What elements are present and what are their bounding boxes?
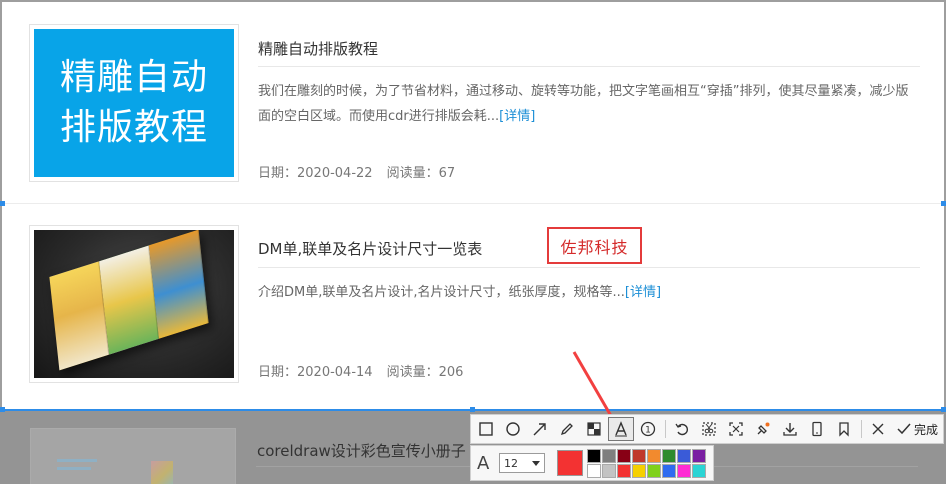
cut-tool-icon[interactable] <box>696 417 722 441</box>
color-swatch[interactable] <box>692 448 706 463</box>
article-thumbnail[interactable]: 精雕自动 排版教程 <box>29 24 239 182</box>
capture-toolbar: 1 完成 <box>470 414 944 444</box>
article-title[interactable]: 精雕自动排版教程 <box>258 38 378 59</box>
details-link[interactable]: [详情] <box>499 109 535 124</box>
color-swatch[interactable] <box>647 463 661 478</box>
article-thumbnail <box>30 428 236 484</box>
color-swatch[interactable] <box>662 448 676 463</box>
arrow-tool-icon[interactable] <box>527 417 553 441</box>
article-item[interactable]: 介绍DM单,联单及名片设计,名片设计尺寸，纸张厚度，规格等...[详情] 日期：… <box>2 205 944 410</box>
phone-icon[interactable] <box>804 417 830 441</box>
resize-handle[interactable] <box>0 407 5 412</box>
mosaic-tool-icon[interactable] <box>581 417 607 441</box>
brochure-photo <box>34 230 234 378</box>
color-swatch[interactable] <box>587 448 601 463</box>
rectangle-tool-icon[interactable] <box>473 417 499 441</box>
article-title[interactable]: DM单,联单及名片设计尺寸一览表 <box>258 238 482 259</box>
color-swatch[interactable] <box>677 448 691 463</box>
brochure-image <box>49 230 209 371</box>
color-swatch[interactable] <box>602 448 616 463</box>
description-text: 介绍DM单,联单及名片设计,名片设计尺寸，纸张厚度，规格等... <box>258 285 625 300</box>
color-swatch[interactable] <box>647 448 661 463</box>
bookmark-icon[interactable] <box>831 417 857 441</box>
article-meta: 日期：2020-04-14 阅读量：206 <box>258 361 463 380</box>
divider <box>258 267 920 268</box>
article-thumbnail[interactable] <box>29 225 239 383</box>
current-color-swatch[interactable] <box>557 450 583 476</box>
article-description: 我们在雕刻的时候，为了节省材料，通过移动、旋转等功能，把文字笔画相互“穿插”排列… <box>258 79 918 129</box>
thumbnail-text-line: 排版教程 <box>59 107 208 148</box>
font-icon: A <box>477 452 490 474</box>
article-description: 介绍DM单,联单及名片设计,名片设计尺寸，纸张厚度，规格等...[详情] <box>258 280 918 305</box>
color-swatch[interactable] <box>632 463 646 478</box>
thumbnail-text-line: 精雕自动 <box>59 57 208 98</box>
resize-handle[interactable] <box>0 201 5 206</box>
color-swatch[interactable] <box>632 448 646 463</box>
font-size-select[interactable]: 12 <box>499 453 545 473</box>
toolbar-divider <box>861 420 862 438</box>
color-swatch[interactable] <box>617 463 631 478</box>
color-swatch[interactable] <box>587 463 601 478</box>
color-swatch[interactable] <box>677 463 691 478</box>
color-swatch[interactable] <box>662 463 676 478</box>
fullscreen-tool-icon[interactable] <box>723 417 749 441</box>
resize-handle[interactable] <box>470 407 475 412</box>
done-button[interactable]: 完成 <box>896 421 938 438</box>
check-icon <box>897 423 911 435</box>
done-label: 完成 <box>914 422 939 437</box>
toolbar-divider <box>665 420 666 438</box>
article-item[interactable]: 精雕自动 排版教程 精雕自动排版教程 我们在雕刻的时候，为了节省材料，通过移动、… <box>2 2 944 204</box>
color-swatch[interactable] <box>617 448 631 463</box>
undo-icon[interactable] <box>669 417 695 441</box>
close-icon[interactable] <box>865 417 891 441</box>
color-palette <box>587 448 706 478</box>
font-size-value: 12 <box>504 456 518 470</box>
number-tool-icon[interactable]: 1 <box>635 417 661 441</box>
article-views: 阅读量：206 <box>386 365 464 380</box>
divider <box>258 66 920 67</box>
pencil-tool-icon[interactable] <box>554 417 580 441</box>
description-text: 我们在雕刻的时候，为了节省材料，通过移动、旋转等功能，把文字笔画相互“穿插”排列… <box>258 84 909 124</box>
details-link[interactable]: [详情] <box>625 285 661 300</box>
text-annotation[interactable]: 佐邦科技 <box>547 227 642 264</box>
resize-handle[interactable] <box>941 407 946 412</box>
color-swatch[interactable] <box>692 463 706 478</box>
resize-handle[interactable] <box>941 201 946 206</box>
article-views: 阅读量：67 <box>386 166 456 181</box>
pin-tool-icon[interactable] <box>750 417 776 441</box>
svg-text:1: 1 <box>645 426 651 436</box>
ellipse-tool-icon[interactable] <box>500 417 526 441</box>
article-date: 日期：2020-04-22 <box>258 166 373 181</box>
article-title: coreldraw设计彩色宣传小册子 <box>257 442 466 460</box>
chevron-down-icon <box>532 460 540 466</box>
article-meta: 日期：2020-04-22 阅读量：67 <box>258 162 455 181</box>
text-tool-icon[interactable] <box>608 417 634 441</box>
text-options-bar: A 12 <box>470 445 714 481</box>
capture-border-top <box>0 0 946 2</box>
download-icon[interactable] <box>777 417 803 441</box>
color-swatch[interactable] <box>602 463 616 478</box>
article-date: 日期：2020-04-14 <box>258 365 373 380</box>
